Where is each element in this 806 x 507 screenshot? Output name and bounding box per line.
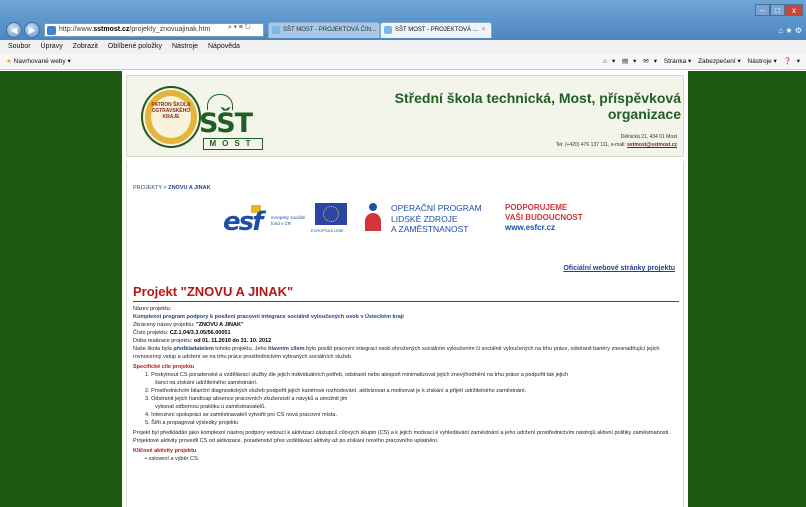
menu-napoveda[interactable]: Nápověda	[208, 43, 240, 50]
duration-line: Doba realizace projektu: od 01. 11.2010 …	[133, 338, 272, 344]
menu-stranka[interactable]: Stránka ▾	[664, 58, 691, 65]
op-lzz-logo: OPERAČNÍ PROGRAM LIDSKÉ ZDROJE A ZAMĚSTN…	[391, 203, 482, 234]
back-button[interactable]: ◀	[6, 22, 22, 38]
menu-nastroje-cmd[interactable]: Nástroje ▾	[748, 58, 777, 65]
favorites-star-icon[interactable]: ★	[6, 58, 12, 65]
official-project-link[interactable]: Oficiální webové stránky projektu	[563, 265, 675, 272]
specific-goals-heading: Specifické cíle projektu	[133, 364, 195, 370]
site-header: PATRON ŠKOLA OSTRAVSKÉHO KRAJE SŠT MOST …	[126, 75, 684, 157]
mail-icon[interactable]: ✉ ▾	[643, 58, 657, 65]
school-contact: Tel: (+420) 476 137 111, e-mail: sstmost…	[555, 142, 677, 148]
feeds-icon[interactable]: ▤ ▾	[622, 58, 636, 65]
podporujeme-slogan: PODPORUJEME VAŠI BUDOUCNOST www.esfcr.cz	[505, 203, 583, 232]
command-bar: ⌂ ▾ ▤ ▾ ✉ ▾ Stránka ▾ Zabezpečení ▾ Nástroj…	[598, 54, 800, 70]
goal-item: šanci na získání udržitelného zaměstnání…	[155, 380, 258, 386]
esf-logo-strip: esf evropský sociální fond v ČR EVROPSKÁ…	[223, 203, 583, 243]
project-title: Projekt "ZNOVU A JINAK"	[133, 284, 294, 299]
name-label: Název projektu:	[133, 306, 172, 312]
eu-flag-icon	[315, 203, 347, 225]
tab-projektova-active[interactable]: SŠT MOST - PROJEKTOVÁ ... ×	[380, 22, 492, 38]
suggested-sites-link[interactable]: Navrhované weby ▾	[14, 58, 71, 65]
home-icon[interactable]: ⌂ ▾	[603, 58, 615, 65]
number-line: Číslo projektu: CZ.1.04/3.3.05/56.00051	[133, 330, 231, 336]
closing-paragraph: Projekt byl předkládán jako komplexní ná…	[133, 430, 670, 444]
minimize-button[interactable]: –	[755, 4, 770, 16]
menu-nastroje[interactable]: Nástroje	[172, 43, 198, 50]
site-container: PATRON ŠKOLA OSTRAVSKÉHO KRAJE SŠT MOST …	[122, 71, 688, 507]
short-name-line: Zkrácený název projektu: "ZNOVU A JINAK"	[133, 322, 244, 328]
goal-item: 3. Odstranit jejich handicap absence pra…	[145, 396, 348, 402]
breadcrumb-current: ZNOVU A JINAK	[168, 185, 211, 191]
sst-most-logo[interactable]: SŠT MOST	[199, 94, 269, 152]
address-tools[interactable]: ⌕ ▾ ≡ ↻	[228, 24, 251, 32]
goal-item: 5. Šířit a propagovat výsledky projektu	[145, 420, 239, 426]
breadcrumb-projekty[interactable]: PROJEKTY	[133, 185, 162, 191]
home-favorites-settings-icons[interactable]: ⌂ ★ ⚙	[778, 26, 802, 35]
name-value: Komplexní program podpory k posílení pra…	[133, 314, 404, 320]
favorites-bar: ★ Navrhované weby ▾ ⌂ ▾ ▤ ▾ ✉ ▾ Stránka ▾ Z…	[0, 54, 806, 70]
site-favicon-icon	[47, 26, 56, 35]
goal-item: vykonat odbornou praktiku u zaměstnavate…	[155, 404, 266, 410]
breadcrumb: PROJEKTY > ZNOVU A JINAK	[133, 185, 211, 191]
school-name: Střední škola technická, Most, příspěvko…	[394, 90, 681, 122]
project-description: Název projektu: Komplexní program podpor…	[133, 305, 679, 463]
intro-paragraph: Naše škola byla předkladatelem tohoto pr…	[133, 346, 660, 360]
forward-button[interactable]: ▶	[24, 22, 40, 38]
tab-close-icon[interactable]: ×	[482, 27, 486, 33]
tab-projektova-cinnost[interactable]: SŠT MOST - PROJEKTOVÁ ČIN...	[268, 22, 380, 38]
menu-upravy[interactable]: Úpravy	[41, 43, 63, 50]
goal-item: 2. Prostřednictvím bilanční diagnostický…	[145, 388, 527, 394]
tab-favicon-icon	[272, 26, 280, 34]
page-viewport: PATRON ŠKOLA OSTRAVSKÉHO KRAJE SŠT MOST …	[0, 71, 806, 507]
menu-oblibene[interactable]: Oblíbené položky	[108, 43, 162, 50]
school-badge-logo: PATRON ŠKOLA OSTRAVSKÉHO KRAJE	[141, 86, 201, 148]
maximize-button[interactable]: □	[770, 4, 785, 16]
main-content: PROJEKTY > ZNOVU A JINAK esf evropský so…	[126, 161, 684, 507]
menu-zabezpeceni[interactable]: Zabezpečení ▾	[698, 58, 741, 65]
goal-item: 1. Poskytnout CS poradenské a vzdělávací…	[145, 372, 569, 378]
tab-favicon-icon	[384, 26, 392, 34]
browser-titlebar: ◀ ▶ http://www.sstmost.cz/projekty_znovu…	[0, 0, 806, 40]
menu-bar: Soubor Úpravy Zobrazit Oblíbené položky …	[0, 40, 806, 54]
title-divider	[133, 301, 679, 302]
email-link[interactable]: sstmost@sstmost.cz	[627, 142, 677, 148]
key-activities-heading: Klíčové aktivity projektu	[133, 448, 197, 454]
help-icon[interactable]: ❓ ▾	[784, 58, 800, 65]
key-activity-item: • oslovení a výběr CS;	[145, 456, 200, 462]
school-address: Dělnická 21, 434 01 Most	[620, 134, 677, 140]
goal-item: 4. Intenzivní spolupráci se zaměstnavate…	[145, 412, 337, 418]
close-window-button[interactable]: x	[785, 4, 803, 16]
menu-soubor[interactable]: Soubor	[8, 43, 31, 50]
menu-zobrazit[interactable]: Zobrazit	[73, 43, 98, 50]
op-lzz-person-icon	[363, 203, 385, 233]
esf-logo: esf	[223, 205, 263, 237]
